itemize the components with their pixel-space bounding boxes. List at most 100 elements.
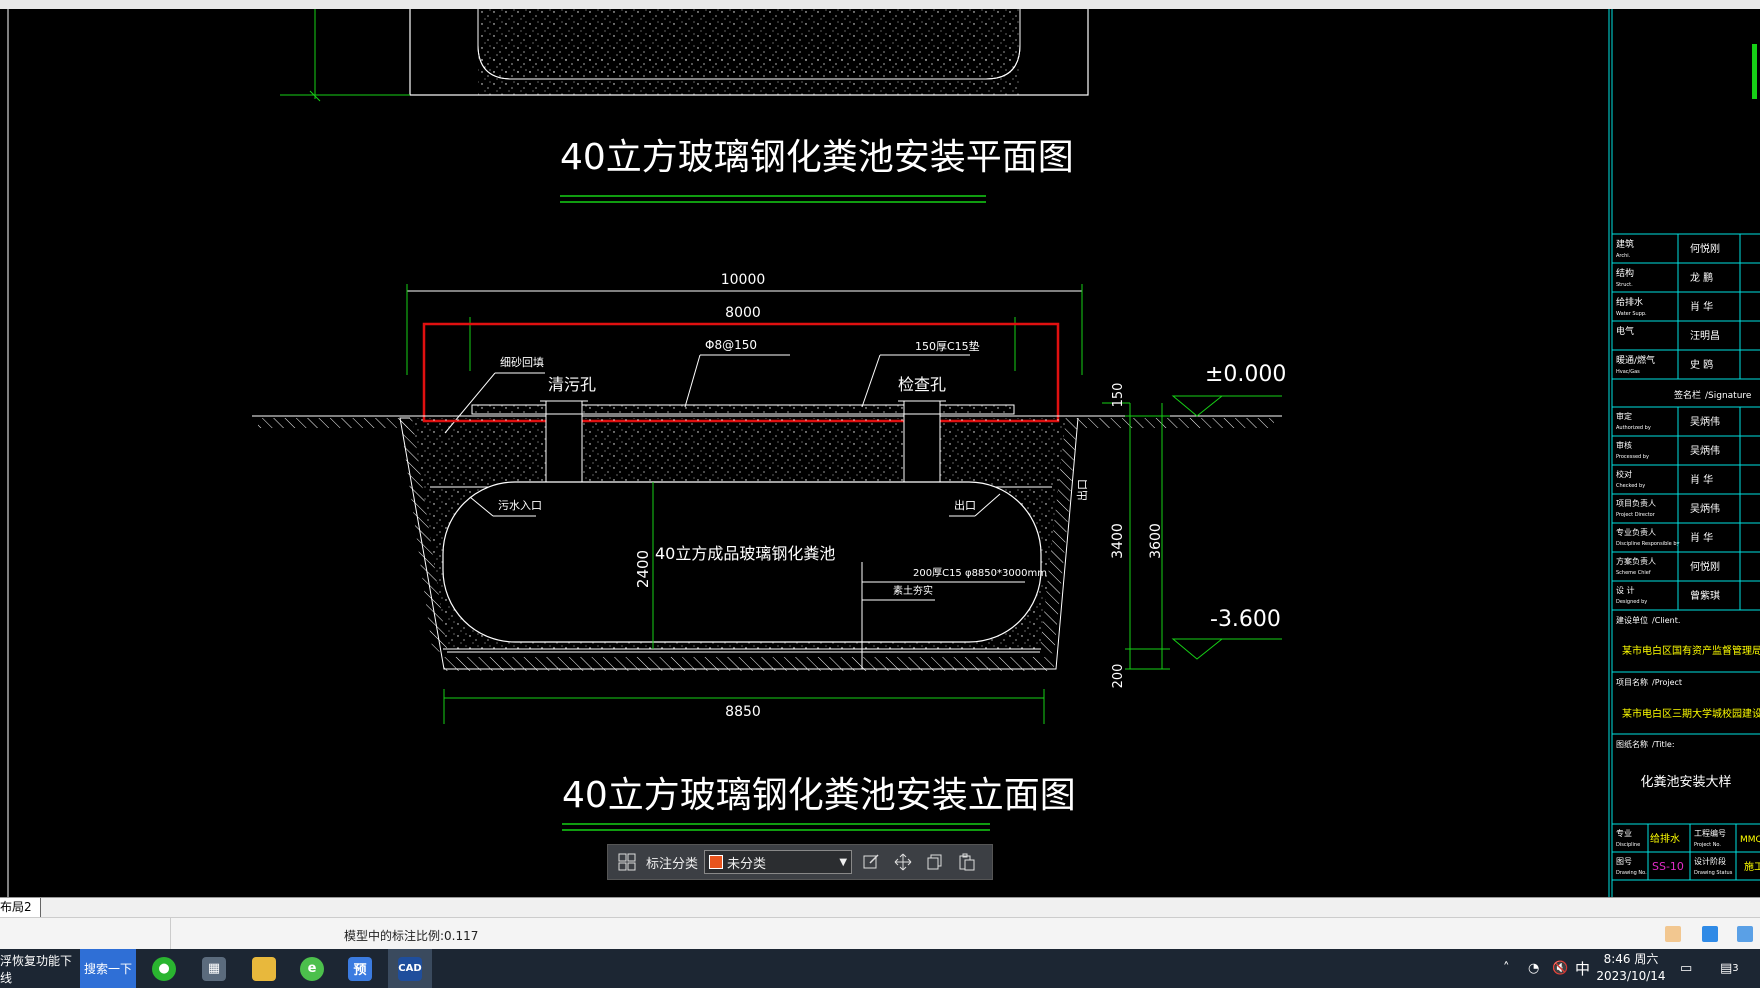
tb-role-name: 何悦刚 xyxy=(1690,560,1720,573)
category-selected-value: 未分类 xyxy=(727,856,767,872)
notification-icon[interactable]: ▤ 3 xyxy=(1720,949,1739,988)
top-menu-strip xyxy=(0,0,1760,9)
tb-role-en: Project Director xyxy=(1616,512,1656,518)
tb-discipline-zh: 结构 xyxy=(1616,267,1634,279)
tb-role-name: 曾紫琪 xyxy=(1690,589,1720,602)
cleanout-label: 清污孔 xyxy=(548,375,596,394)
tb-role-en: Discipline Responsible by xyxy=(1616,541,1679,547)
clock-time: 8:46 周六 xyxy=(1603,952,1659,966)
tb-role-zh: 校对 xyxy=(1616,469,1632,479)
tb-role-name: 吴炳伟 xyxy=(1690,415,1720,428)
edit-icon[interactable] xyxy=(858,849,884,875)
dim-3600: 3600 xyxy=(1148,523,1164,559)
tb-specialty-label: 专业 xyxy=(1616,828,1632,838)
annotation-category-label: 标注分类 xyxy=(646,856,699,872)
volume-muted-icon[interactable]: 🔇 xyxy=(1552,949,1568,988)
tb-discipline-name: 汪明昌 xyxy=(1690,330,1720,342)
dim-total-width: 10000 xyxy=(721,272,766,288)
search-button[interactable]: 搜索一下 xyxy=(80,949,136,988)
file-explorer-icon[interactable] xyxy=(242,949,286,988)
inspection-label: 检查孔 xyxy=(898,375,946,394)
copy-icon[interactable] xyxy=(922,849,948,875)
tb-discipline-en: Struct. xyxy=(1616,282,1633,288)
fill-label: 细砂回填 xyxy=(500,355,544,369)
desktop-icon[interactable]: ▭ xyxy=(1680,949,1692,988)
tb-role-zh: 方案负责人 xyxy=(1616,556,1656,566)
tb-discipline-name: 肖 华 xyxy=(1690,300,1713,313)
tb-discipline-name: 何悦刚 xyxy=(1690,242,1720,255)
windows-taskbar: 浮恢复功能下线 搜索一下 ● ▦ e 预 CAD ˄ ◔ 🔇 中 8:46 周六… xyxy=(0,949,1760,988)
tb-role-name: 吴炳伟 xyxy=(1690,502,1720,515)
dim-2400: 2400 xyxy=(634,550,652,588)
tb-client-label: 建设单位 xyxy=(1616,615,1648,625)
tb-drawno-en: Drawing No. xyxy=(1616,870,1647,876)
layer-icon[interactable] xyxy=(1702,926,1718,942)
annotation-category-select[interactable]: 未分类 ▼ xyxy=(704,850,853,874)
status-bar: 模型中的标注比例:0.117 xyxy=(0,917,1760,950)
package-icon[interactable] xyxy=(1665,926,1681,942)
tb-role-name: 吴炳伟 xyxy=(1690,444,1720,457)
tank-label: 40立方成品玻璃钢化粪池 xyxy=(655,544,835,563)
tb-title-value: 化粪池安装大样 xyxy=(1640,775,1731,790)
move-icon[interactable] xyxy=(890,849,916,875)
dim-200: 200 xyxy=(1111,664,1126,689)
tb-discipline-zh: 给排水 xyxy=(1616,296,1643,308)
tb-role-zh: 审核 xyxy=(1616,440,1632,450)
calculator-icon[interactable]: ▦ xyxy=(192,949,236,988)
chevron-up-icon[interactable]: ˄ xyxy=(1503,949,1510,988)
dim-slab-width: 8000 xyxy=(725,305,761,321)
tb-status-label: 设计阶段 xyxy=(1694,856,1726,866)
cad-app-icon[interactable]: CAD xyxy=(388,949,432,988)
tb-role-zh: 项目负责人 xyxy=(1616,498,1656,508)
tb-role-zh: 审定 xyxy=(1616,411,1632,421)
tb-role-zh: 设 计 xyxy=(1616,585,1635,595)
title-block: 建筑Archi.何悦刚结构Struct.龙 鹏给排水Water Supp.肖 华… xyxy=(1608,9,1760,897)
layout-tab-bar: 布局2 xyxy=(0,897,1760,918)
tb-role-name: 肖 华 xyxy=(1690,531,1713,544)
tb-discipline-en: Water Supp. xyxy=(1616,311,1647,317)
taskbar-news-text[interactable]: 浮恢复功能下线 xyxy=(0,949,80,988)
window-icon[interactable] xyxy=(1737,926,1753,942)
tb-signature-header: 签名栏 xyxy=(1674,389,1701,401)
plan-view: 40立方玻璃钢化粪池安装平面图 xyxy=(280,9,1089,203)
cad-drawing-canvas[interactable]: 40立方玻璃钢化粪池安装平面图 10000 8000 Φ8@150 150厚C1… xyxy=(0,9,1760,897)
wechat-icon[interactable]: ● xyxy=(142,949,186,988)
base-label: 200厚C15 φ8850*3000mm xyxy=(913,567,1047,579)
network-icon[interactable]: ◔ xyxy=(1528,949,1539,988)
dim-bottom-width: 8850 xyxy=(725,704,761,720)
tb-specialty-en: Discipline xyxy=(1616,842,1640,848)
grid-icon[interactable] xyxy=(614,849,640,875)
system-clock[interactable]: 8:46 周六 2023/10/14 xyxy=(1592,951,1670,987)
elevation-view: 10000 8000 Φ8@150 150厚C15垫 细砂回填 清污孔 检查孔 xyxy=(252,272,1286,831)
tb-client-value: 某市电白区国有资产监督管理局 xyxy=(1622,644,1760,657)
tb-discipline-zh: 电气 xyxy=(1616,325,1634,337)
chevron-down-icon: ▼ xyxy=(839,856,848,868)
tb-title-en: /Title: xyxy=(1652,740,1675,749)
tb-role-zh: 专业负责人 xyxy=(1616,527,1656,537)
tb-discipline-name: 龙 鹏 xyxy=(1690,271,1713,284)
tb-role-name: 肖 华 xyxy=(1690,473,1713,486)
tab-layout2[interactable]: 布局2 xyxy=(0,898,41,917)
tb-projno-en: Project No. xyxy=(1694,842,1721,848)
tb-title-label: 图纸名称 xyxy=(1616,739,1648,749)
tb-discipline-en: Hvac/Gas xyxy=(1616,369,1640,375)
tb-project-en: /Project xyxy=(1652,678,1682,687)
tb-role-en: Checked by xyxy=(1616,483,1645,489)
browser-icon[interactable]: e xyxy=(290,949,334,988)
tb-role-en: Processed by xyxy=(1616,454,1649,460)
dim-3400: 3400 xyxy=(1110,523,1126,559)
outlet-side-label: 出口 xyxy=(1075,479,1089,501)
tb-role-en: Scheme Chief xyxy=(1616,570,1651,576)
dim-150: 150 xyxy=(1111,383,1126,408)
paste-icon[interactable] xyxy=(954,849,980,875)
green-indicator xyxy=(1752,44,1757,99)
tb-specialty-value: 给排水 xyxy=(1650,832,1680,845)
slab-label: 150厚C15垫 xyxy=(915,339,980,353)
outlet-label: 出口 xyxy=(954,498,976,512)
preview-app-icon[interactable]: 预 xyxy=(338,949,382,988)
tb-status-value: 施工 xyxy=(1744,860,1760,873)
ime-indicator[interactable]: 中 xyxy=(1575,949,1590,988)
tb-project-value: 某市电白区三期大学城校园建设工程 xyxy=(1622,707,1760,720)
elevation-title: 40立方玻璃钢化粪池安装立面图 xyxy=(562,775,1076,816)
tb-discipline-en: Archi. xyxy=(1616,253,1631,259)
